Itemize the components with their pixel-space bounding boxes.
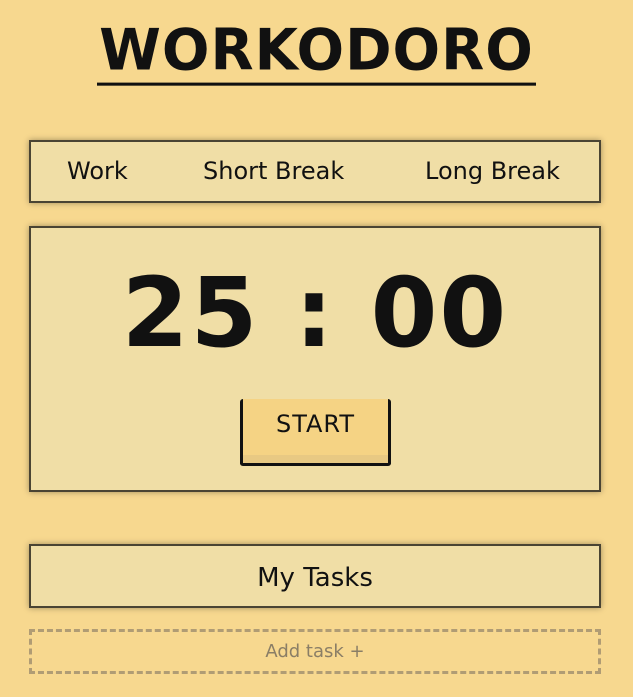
tab-short-break[interactable]: Short Break <box>203 142 344 201</box>
mode-tabs: Work Short Break Long Break <box>29 140 601 203</box>
timer-panel: 25 : 00 START <box>29 226 601 492</box>
tasks-header: My Tasks <box>29 544 601 608</box>
app-title-text: WORKODORO <box>97 21 536 86</box>
app-title: WORKODORO <box>0 17 633 86</box>
timer-display: 25 : 00 <box>121 257 509 369</box>
app-root: WORKODORO Work Short Break Long Break 25… <box>0 0 633 697</box>
tab-work[interactable]: Work <box>67 142 128 201</box>
tasks-title: My Tasks <box>257 563 373 593</box>
tab-long-break[interactable]: Long Break <box>425 142 560 201</box>
start-button[interactable]: START <box>240 399 391 466</box>
add-task-button[interactable]: Add task + <box>29 629 601 674</box>
